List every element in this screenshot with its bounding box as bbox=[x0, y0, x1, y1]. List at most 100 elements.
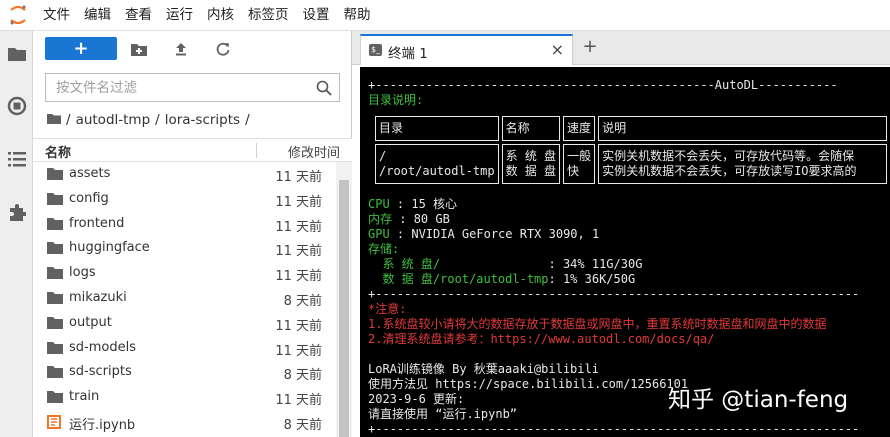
file-row[interactable]: assets 11 天前 bbox=[33, 162, 336, 187]
notebook-icon bbox=[47, 414, 63, 429]
end-separator-line: +---------------------------------------… bbox=[368, 422, 860, 436]
breadcrumb-folder-icon[interactable] bbox=[47, 112, 61, 128]
folder-icon bbox=[47, 168, 63, 180]
file-browser-toolbar: + bbox=[33, 31, 352, 67]
menu-file[interactable]: 文件 bbox=[36, 0, 77, 31]
breadcrumb-root[interactable]: / bbox=[66, 112, 71, 128]
cell-line: 数 据 盘 bbox=[505, 164, 557, 178]
system-disk-line: 系 统 盘/ : 34% 11G/30G bbox=[368, 257, 642, 272]
file-filter bbox=[45, 73, 340, 102]
tab-label: 终端 1 bbox=[388, 46, 428, 62]
menu-edit[interactable]: 编辑 bbox=[77, 0, 118, 31]
table-header-row: 目录 名称 速度 说明 bbox=[375, 116, 887, 141]
memory-label: 内存 bbox=[368, 212, 393, 226]
file-row[interactable]: sd-models 11 天前 bbox=[33, 336, 336, 361]
cell-line: 实例关机数据不会丢失，可存放读写IO要求高的 bbox=[602, 164, 857, 178]
breadcrumb-separator: / bbox=[155, 112, 160, 128]
folder-icon bbox=[47, 267, 63, 280]
cpu-line: CPU : 15 核心 bbox=[368, 197, 457, 212]
file-name: sd-scripts bbox=[69, 364, 132, 380]
menu-bar: 文件 编辑 查看 运行 内核 标签页 设置 帮助 bbox=[0, 0, 890, 31]
menu-help[interactable]: 帮助 bbox=[337, 0, 378, 31]
breadcrumb-lora-scripts[interactable]: lora-scripts bbox=[165, 112, 240, 128]
system-disk-value: : 34% 11G/30G bbox=[541, 257, 643, 271]
folder-icon bbox=[47, 341, 63, 354]
file-row[interactable]: output 11 天前 bbox=[33, 311, 336, 336]
new-launcher-button[interactable]: + bbox=[45, 37, 117, 60]
folder-icon bbox=[47, 316, 63, 329]
search-icon bbox=[316, 80, 332, 96]
menu-run[interactable]: 运行 bbox=[159, 0, 200, 31]
folder-icon bbox=[47, 291, 63, 304]
file-name: train bbox=[69, 389, 100, 405]
jupyter-logo-icon bbox=[0, 0, 36, 31]
folder-icon bbox=[47, 242, 63, 255]
file-row[interactable]: mikazuki 8 天前 bbox=[33, 286, 336, 311]
column-header-name[interactable]: 名称 bbox=[45, 142, 71, 161]
directory-table: 目录 名称 速度 说明 //root/autodl-tmp 系 统 盘数 据 盘… bbox=[372, 113, 890, 187]
file-filter-input[interactable] bbox=[46, 74, 296, 101]
breadcrumb-autodl-tmp[interactable]: autodl-tmp bbox=[76, 112, 151, 128]
file-name: assets bbox=[69, 166, 111, 181]
file-row[interactable]: sd-scripts 8 天前 bbox=[33, 360, 336, 385]
cell-line: 实例关机数据不会丢失，可存放代码等。会随保 bbox=[602, 149, 855, 163]
file-row[interactable]: config 11 天前 bbox=[33, 187, 336, 212]
terminal-icon: $_ bbox=[369, 44, 382, 56]
column-header-modified[interactable]: 修改时间 bbox=[288, 142, 340, 161]
command-list-icon[interactable] bbox=[6, 148, 27, 169]
table-cell: 系 统 盘数 据 盘 bbox=[501, 144, 561, 184]
upload-icon[interactable] bbox=[171, 39, 191, 59]
lora-credit-line: LoRA训练镜像 By 秋葉aaaki@bilibili bbox=[368, 362, 599, 376]
file-modified: 11 天前 bbox=[275, 219, 322, 235]
file-row[interactable]: frontend 11 天前 bbox=[33, 212, 336, 237]
activity-bar bbox=[0, 31, 33, 437]
extension-puzzle-icon[interactable] bbox=[6, 202, 27, 223]
breadcrumb-separator: / bbox=[245, 112, 250, 128]
add-tab-button[interactable]: + bbox=[578, 34, 602, 58]
file-modified: 11 天前 bbox=[275, 269, 322, 285]
file-row[interactable]: train 11 天前 bbox=[33, 385, 336, 410]
run-instruction-line: 请直接使用 “运行.ipynb” bbox=[368, 407, 518, 421]
file-modified: 11 天前 bbox=[275, 343, 322, 359]
column-divider bbox=[256, 143, 257, 158]
tab-terminal-1[interactable]: $_ 终端 1 × bbox=[360, 34, 573, 65]
file-list: assets 11 天前 config 11 天前 frontend 11 天前 huggi… bbox=[33, 162, 336, 435]
close-icon[interactable]: × bbox=[551, 40, 564, 59]
breadcrumb: / autodl-tmp / lora-scripts / bbox=[47, 109, 255, 131]
new-folder-icon[interactable] bbox=[129, 39, 149, 59]
cell-line: 系 统 盘 bbox=[505, 149, 557, 163]
file-name: sd-models bbox=[69, 339, 136, 355]
file-modified: 11 天前 bbox=[275, 170, 322, 185]
menu-view[interactable]: 查看 bbox=[118, 0, 159, 31]
cpu-value: : 15 核心 bbox=[389, 197, 458, 211]
banner-line: +---------------------------------------… bbox=[368, 78, 838, 92]
menu-kernel[interactable]: 内核 bbox=[200, 0, 241, 31]
folder-icon bbox=[47, 391, 63, 404]
update-line: 2023-9-6 更新: bbox=[368, 392, 465, 406]
scrollbar-thumb[interactable] bbox=[339, 180, 349, 437]
refresh-icon[interactable] bbox=[213, 39, 233, 59]
file-name: frontend bbox=[69, 215, 125, 231]
file-row[interactable]: 运行.ipynb 8 天前 bbox=[33, 410, 336, 435]
file-row[interactable]: huggingface 11 天前 bbox=[33, 236, 336, 261]
file-name: logs bbox=[69, 265, 96, 281]
folder-icon[interactable] bbox=[6, 43, 27, 64]
file-name: output bbox=[69, 314, 112, 330]
table-cell: 实例关机数据不会丢失，可存放代码等。会随保 实例关机数据不会丢失，可存放读写IO要… bbox=[598, 144, 887, 184]
file-modified: 11 天前 bbox=[275, 393, 322, 409]
gpu-line: GPU : NVIDIA GeForce RTX 3090, 1 bbox=[368, 227, 599, 242]
running-sessions-icon[interactable] bbox=[6, 95, 27, 116]
file-modified: 11 天前 bbox=[275, 194, 322, 210]
note-heading: *注意: bbox=[368, 302, 407, 316]
note-line-1: 1.系统盘较小请将大的数据存放于数据盘或网盘中，重置系统时数据盘和网盘中的数据 bbox=[368, 317, 827, 331]
data-disk-value: : 1% 36K/50G bbox=[548, 272, 636, 286]
file-row[interactable]: logs 11 天前 bbox=[33, 261, 336, 286]
table-header-cell: 说明 bbox=[598, 116, 887, 141]
folder-icon bbox=[47, 192, 63, 205]
data-disk-line: 数 据 盘/root/autodl-tmp: 1% 36K/50G bbox=[368, 272, 635, 287]
menu-tabs[interactable]: 标签页 bbox=[241, 0, 296, 31]
directory-heading: 目录说明: bbox=[368, 93, 424, 107]
menu-settings[interactable]: 设置 bbox=[296, 0, 337, 31]
cpu-label: CPU bbox=[368, 197, 390, 211]
file-list-scrollbar[interactable] bbox=[336, 162, 352, 437]
